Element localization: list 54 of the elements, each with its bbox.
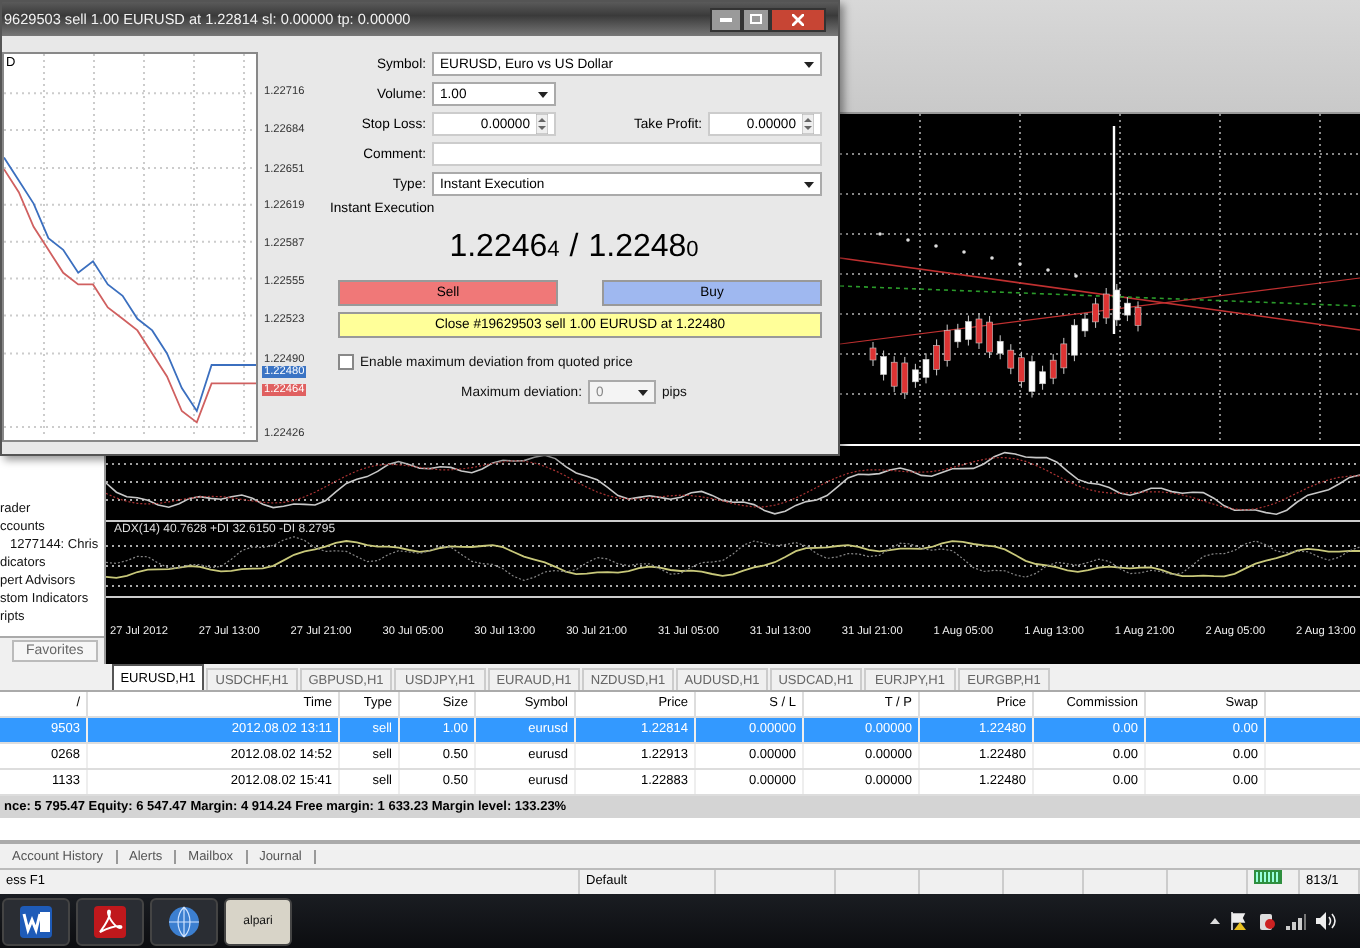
candle <box>1060 337 1068 375</box>
minimize-button[interactable] <box>710 7 742 31</box>
flag-icon[interactable] <box>1230 912 1248 930</box>
taskbar-button[interactable] <box>2 897 70 945</box>
candle <box>1039 365 1046 391</box>
candle <box>1124 296 1131 322</box>
candle <box>954 323 962 349</box>
dropdown-arrow-icon <box>538 91 548 97</box>
volume-icon[interactable] <box>1316 912 1336 930</box>
connection-bars-icon <box>1254 870 1282 884</box>
candle <box>1028 355 1036 398</box>
dropdown-arrow-icon <box>804 61 814 67</box>
candle <box>1134 300 1142 332</box>
maximize-icon <box>750 14 762 24</box>
candle <box>1049 353 1057 385</box>
show-hidden-icons-icon[interactable] <box>1210 918 1220 924</box>
candle <box>1113 283 1121 327</box>
word-icon <box>20 905 52 937</box>
candle <box>975 312 983 350</box>
close-button[interactable] <box>770 7 826 31</box>
candle <box>943 324 951 368</box>
checkbox[interactable] <box>338 354 354 370</box>
candle <box>965 315 972 347</box>
candle <box>1007 343 1015 375</box>
taskbar-button[interactable] <box>76 897 144 945</box>
candle <box>890 355 898 393</box>
candle <box>996 334 1004 360</box>
spinner-icon[interactable] <box>802 114 814 134</box>
price-separator: / <box>569 230 579 266</box>
candle <box>922 352 930 384</box>
candle <box>901 356 909 400</box>
candle <box>1102 287 1110 325</box>
minimize-icon <box>720 17 732 21</box>
candle <box>912 363 919 389</box>
pdf-icon <box>94 905 126 937</box>
candle <box>880 350 887 381</box>
candle <box>933 338 940 376</box>
candle <box>1092 297 1099 329</box>
spinner-icon[interactable] <box>536 114 548 134</box>
candle <box>1081 312 1089 338</box>
maximize-button[interactable] <box>742 7 770 31</box>
bid-price: 1.22464 <box>449 230 560 266</box>
taskbar-button[interactable] <box>150 897 218 945</box>
comment-field[interactable] <box>432 142 822 166</box>
dropdown-arrow-icon <box>804 181 814 187</box>
candle <box>1018 351 1025 389</box>
candle <box>869 341 877 367</box>
dropdown-arrow-icon <box>637 389 648 395</box>
globe-icon <box>168 905 200 937</box>
signal-icon[interactable] <box>1286 913 1306 929</box>
close-icon <box>792 13 804 25</box>
ask-price: 1.22480 <box>588 230 699 266</box>
candle <box>1071 318 1078 362</box>
candle <box>986 315 993 359</box>
